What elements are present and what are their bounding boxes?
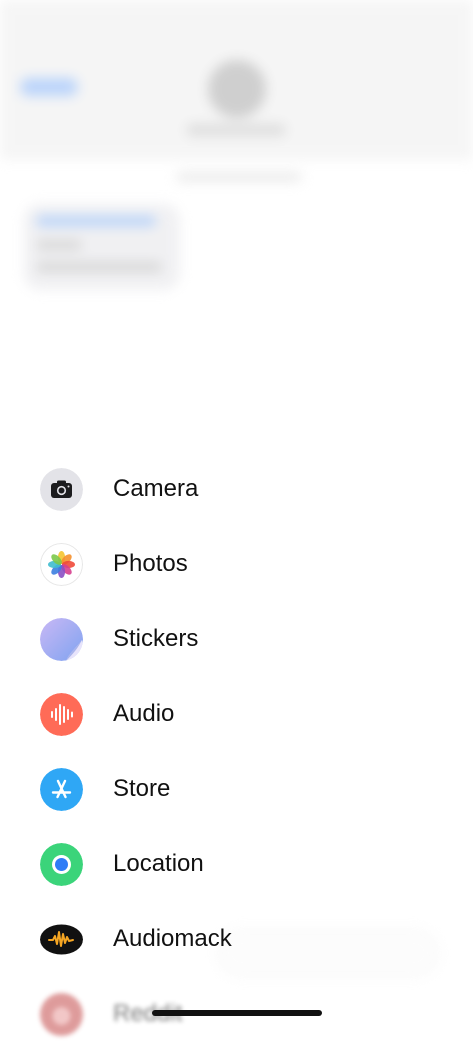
app-icon — [40, 993, 83, 1036]
home-indicator[interactable] — [152, 1010, 322, 1016]
message-line — [36, 240, 82, 250]
menu-item-camera[interactable]: Camera — [0, 452, 473, 527]
menu-item-audio[interactable]: Audio — [0, 677, 473, 752]
message-line — [36, 216, 156, 226]
menu-item-label: Audiomack — [113, 925, 232, 952]
message-line — [36, 262, 162, 272]
menu-item-label: Camera — [113, 475, 199, 502]
back-button — [20, 78, 78, 96]
contact-avatar — [208, 60, 266, 118]
menu-item-audiomack[interactable]: Audiomack — [0, 902, 473, 977]
menu-item-store[interactable]: Store — [0, 752, 473, 827]
stickers-icon — [40, 618, 83, 661]
menu-item-photos[interactable]: Photos — [0, 527, 473, 602]
menu-item-label: Stickers — [113, 625, 199, 652]
menu-item-location[interactable]: Location — [0, 827, 473, 902]
menu-item-stickers[interactable]: Stickers — [0, 602, 473, 677]
app-store-icon — [40, 768, 83, 811]
timestamp-placeholder — [176, 172, 302, 182]
contact-name-placeholder — [186, 124, 286, 136]
menu-item-label: Store — [113, 775, 171, 802]
menu-item-label: Audio — [113, 700, 175, 727]
audiomack-icon — [40, 918, 83, 961]
menu-item-label: Location — [113, 850, 204, 877]
camera-icon — [40, 468, 83, 511]
location-icon — [40, 843, 83, 886]
photos-icon — [40, 543, 83, 586]
menu-item-label: Photos — [113, 550, 188, 577]
audio-waveform-icon — [40, 693, 83, 736]
